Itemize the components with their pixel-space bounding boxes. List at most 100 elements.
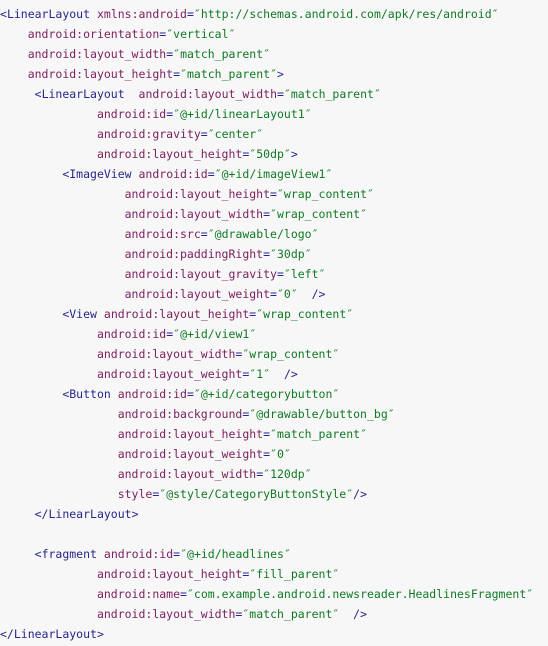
- code-line[interactable]: android:layout_height=″50dp″>: [0, 144, 548, 164]
- token-eq: =: [263, 247, 271, 261]
- token-attr: android:layout_width: [96, 607, 236, 621]
- code-line[interactable]: </LinearLayout>: [0, 624, 548, 644]
- token-tag: LinearLayout: [6, 7, 91, 21]
- token-tag: Button: [69, 387, 111, 401]
- token-eq: =: [186, 387, 194, 401]
- token-eq: =: [200, 227, 208, 241]
- code-line[interactable]: android:layout_width=″wrap_content″: [0, 204, 548, 224]
- token-quote: ″: [491, 7, 499, 21]
- code-line[interactable]: android:layout_width=″wrap_content″: [0, 344, 548, 364]
- token-val: vertical: [173, 27, 229, 41]
- code-line[interactable]: android:layout_width=″match_parent″ />: [0, 604, 548, 624]
- token-quote: ″: [304, 107, 312, 121]
- code-line[interactable]: android:layout_width=″120dp″: [0, 464, 548, 484]
- token-quote: ″: [304, 247, 312, 261]
- token-quote: ″: [270, 207, 277, 221]
- code-line[interactable]: <View android:layout_height=″wrap_conten…: [0, 304, 548, 324]
- code-line[interactable]: android:layout_gravity=″left″: [0, 264, 548, 284]
- token-quote: ″: [263, 47, 271, 61]
- code-line[interactable]: android:layout_weight=″0″ />: [0, 284, 548, 304]
- token-quote: ″: [360, 427, 368, 441]
- code-line[interactable]: android:layout_height=″match_parent″: [0, 424, 548, 444]
- code-line[interactable]: <Button android:id=″@+id/categorybutton″: [0, 384, 548, 404]
- token-val: fill_parent: [256, 567, 333, 581]
- token-val: wrap_content: [249, 347, 333, 361]
- code-line[interactable]: </LinearLayout>: [0, 504, 548, 524]
- token-punct: />: [270, 367, 298, 381]
- token-eq: =: [186, 7, 194, 21]
- token-punct: </: [34, 507, 49, 521]
- token-val: 0: [283, 287, 291, 301]
- token-eq: =: [277, 87, 284, 101]
- code-line[interactable]: style=″@style/CategoryButtonStyle″/>: [0, 484, 548, 504]
- code-line[interactable]: android:name=″com.example.android.newsre…: [0, 584, 548, 604]
- code-line[interactable]: android:paddingRight=″30dp″: [0, 244, 548, 264]
- code-line[interactable]: android:layout_weight=″1″ />: [0, 364, 548, 384]
- code-line[interactable]: android:layout_width=″match_parent″: [0, 44, 548, 64]
- token-attr: android:layout_width: [27, 47, 167, 61]
- token-eq: =: [263, 427, 271, 441]
- token-quote: ″: [270, 447, 277, 461]
- token-val: left: [290, 267, 319, 281]
- token-punct: >: [131, 507, 139, 521]
- code-line[interactable]: <fragment android:id=″@+id/headlines″: [0, 544, 548, 564]
- code-line[interactable]: android:orientation=″vertical″: [0, 24, 548, 44]
- token-val: @+id/linearLayout1: [180, 107, 305, 121]
- token-quote: ″: [180, 547, 188, 561]
- token-attr: android:layout_height: [124, 187, 271, 201]
- token-quote: ″: [283, 147, 291, 161]
- token-quote: ″: [325, 167, 333, 181]
- code-line[interactable]: android:layout_height=″wrap_content″: [0, 184, 548, 204]
- token-tag: LinearLayout: [13, 627, 97, 641]
- code-line[interactable]: android:id=″@+id/view1″: [0, 324, 548, 344]
- token-attr: android:layout_gravity: [124, 267, 277, 281]
- token-attr: android:layout_width: [124, 207, 264, 221]
- token-eq: =: [263, 207, 271, 221]
- token-quote: ″: [283, 547, 291, 561]
- token-quote: ″: [193, 387, 201, 401]
- token-attr: android:id: [138, 167, 208, 181]
- token-attr: android:background: [117, 407, 243, 421]
- token-quote: ″: [270, 67, 278, 81]
- code-line[interactable]: android:layout_height=″match_parent″>: [0, 64, 548, 84]
- token-quote: ″: [276, 287, 284, 301]
- token-quote: ″: [214, 167, 222, 181]
- code-line[interactable]: android:gravity=″center″: [0, 124, 548, 144]
- token-quote: ″: [256, 127, 264, 141]
- token-quote: ″: [367, 187, 374, 201]
- code-line[interactable]: android:layout_height=″fill_parent″: [0, 564, 548, 584]
- code-line[interactable]: <LinearLayout android:layout_width=″matc…: [0, 84, 548, 104]
- token-quote: ″: [346, 307, 354, 321]
- token-quote: ″: [283, 87, 291, 101]
- code-line[interactable]: [0, 524, 548, 544]
- token-val: match_parent: [249, 607, 333, 621]
- token-attr: android:layout_width: [117, 467, 257, 481]
- code-line[interactable]: android:layout_weight=″0″: [0, 444, 548, 464]
- token-tag: fragment: [41, 547, 97, 561]
- code-line[interactable]: <ImageView android:id=″@+id/imageView1″: [0, 164, 548, 184]
- token-quote: ″: [283, 267, 291, 281]
- token-val: 0: [276, 447, 284, 461]
- token-val: @drawable/button_bg: [256, 407, 388, 421]
- xml-code-viewer[interactable]: <LinearLayout xmlns:android=″http://sche…: [0, 0, 548, 646]
- token-quote: ″: [360, 207, 368, 221]
- code-line[interactable]: android:src=″@drawable/logo″: [0, 224, 548, 244]
- code-line[interactable]: <LinearLayout xmlns:android=″http://sche…: [0, 4, 548, 24]
- code-line[interactable]: android:background=″@drawable/button_bg″: [0, 404, 548, 424]
- code-line[interactable]: android:id=″@+id/linearLayout1″: [0, 104, 548, 124]
